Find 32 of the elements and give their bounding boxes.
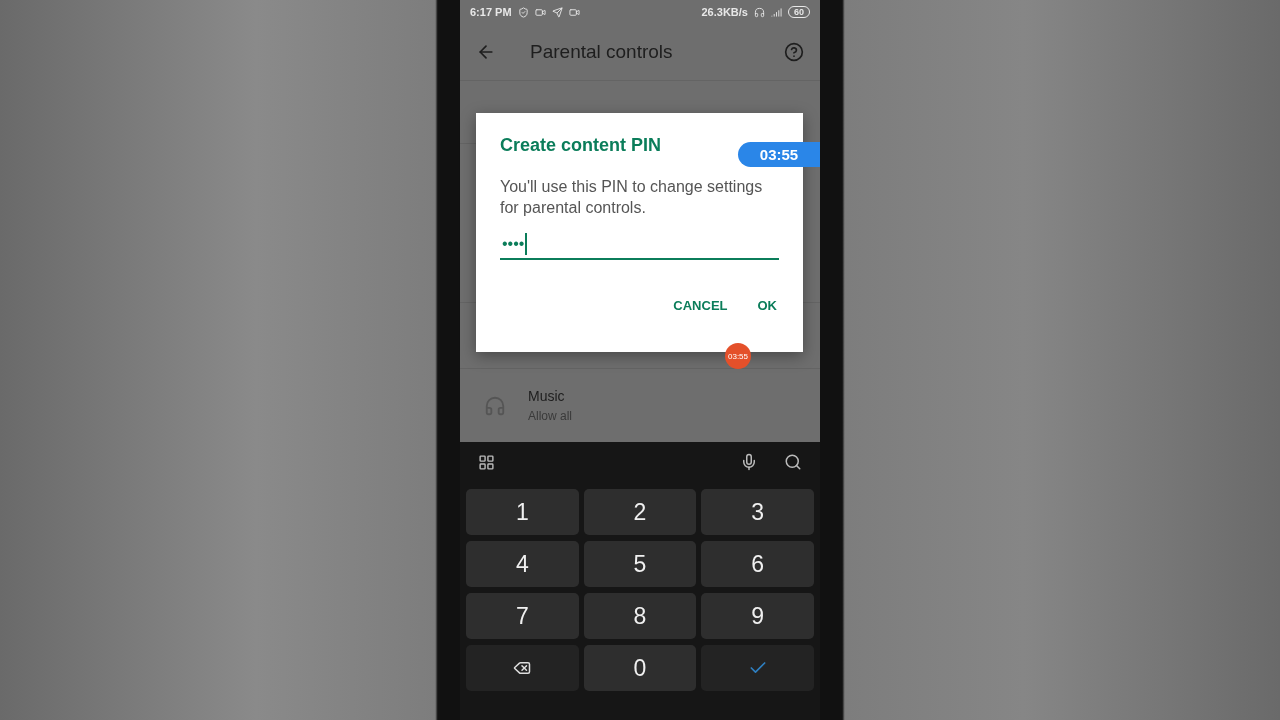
digit-key[interactable]: 2 bbox=[583, 489, 697, 536]
digit-key[interactable]: 5 bbox=[583, 541, 697, 588]
list-item-title: Music bbox=[528, 388, 566, 405]
help-icon[interactable] bbox=[784, 42, 804, 63]
ok-button[interactable]: OK bbox=[749, 292, 785, 319]
screen-title: Parental controls bbox=[530, 41, 674, 64]
digit-key[interactable]: 6 bbox=[701, 541, 814, 588]
headphones-icon bbox=[484, 394, 506, 417]
digit-key[interactable]: 4 bbox=[466, 541, 579, 588]
dialog-message: You'll use this PIN to change settings for parental controls. bbox=[500, 177, 764, 218]
shield-icon bbox=[517, 7, 529, 18]
send-icon bbox=[551, 7, 563, 18]
headphones-icon bbox=[754, 7, 765, 18]
status-time: 6:17 PM bbox=[470, 6, 512, 19]
digit-key[interactable]: 9 bbox=[701, 593, 814, 640]
recording-timer: 03:55 bbox=[738, 142, 820, 167]
network-speed: 26.3KB/s bbox=[701, 6, 748, 19]
digit-key[interactable]: 7 bbox=[466, 593, 579, 640]
cancel-button[interactable]: CANCEL bbox=[665, 292, 736, 319]
backspace-key[interactable] bbox=[466, 645, 579, 692]
pin-field[interactable]: •••• bbox=[500, 230, 779, 260]
digit-key[interactable]: 0 bbox=[583, 645, 697, 692]
digit-key[interactable]: 1 bbox=[466, 489, 579, 536]
search-icon[interactable] bbox=[784, 453, 802, 472]
video-icon bbox=[568, 7, 580, 18]
recording-bubble[interactable]: 03:55 bbox=[725, 343, 751, 369]
signal-icon bbox=[771, 7, 782, 18]
microphone-icon[interactable] bbox=[740, 453, 758, 472]
digit-key[interactable]: 8 bbox=[583, 593, 697, 640]
video-icon bbox=[534, 7, 546, 18]
digit-key[interactable]: 3 bbox=[701, 489, 814, 536]
grid-icon[interactable] bbox=[478, 453, 495, 471]
